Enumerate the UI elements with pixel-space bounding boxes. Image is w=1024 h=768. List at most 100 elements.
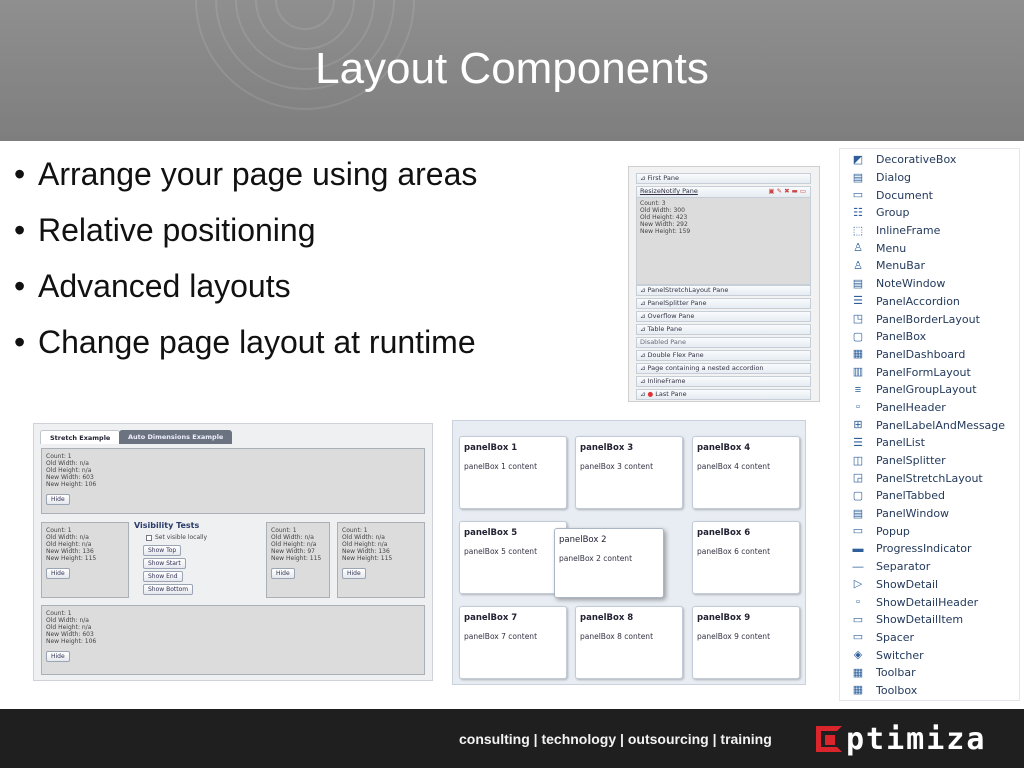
bullet-item: • Change page layout at runtime [14,324,476,360]
panelbox[interactable]: panelBox 7 panelBox 7 content [459,606,567,679]
component-label: PanelBorderLayout [876,312,980,326]
component-item[interactable]: — Separator [840,558,1019,576]
hide-button[interactable]: Hide [46,568,70,579]
component-item[interactable]: ▢ PanelTabbed [840,487,1019,505]
component-item[interactable]: ▤ Dialog [840,169,1019,187]
component-label: PanelFormLayout [876,365,971,379]
panelbox[interactable]: panelBox 6 panelBox 6 content [692,521,800,594]
component-item[interactable]: ♙ Menu [840,239,1019,257]
panelbox[interactable]: panelBox 5 panelBox 5 content [459,521,567,594]
panelbox-dragging[interactable]: panelBox 2 panelBox 2 content [554,528,664,598]
switcher-icon: ◈ [853,649,863,662]
paneldashboard-icon: ▦ [852,348,864,361]
component-item[interactable]: ▬ ProgressIndicator [840,540,1019,558]
bullet-item: • Advanced layouts [14,268,291,304]
accordion-screenshot: ⊿ First Pane ResizeNotify Pane ▣ ✎ ✖ ▬ ▭… [628,166,820,402]
panelbox[interactable]: panelBox 3 panelBox 3 content [575,436,683,509]
show-start-button[interactable]: Show Start [143,558,186,569]
component-item[interactable]: ◫ PanelSplitter [840,452,1019,470]
footer-tagline: consulting | technology | outsourcing | … [459,731,772,747]
component-item[interactable]: ▭ Spacer [840,629,1019,647]
accordion-pane-header[interactable]: ⊿ Table Pane [636,324,811,335]
accordion-pane-header[interactable]: ⊿ First Pane [636,173,811,184]
accordion-pane-header: Disabled Pane [636,337,811,348]
component-label: PanelList [876,436,925,450]
accordion-pane-header[interactable]: ⊿ Double Flex Pane [636,350,811,361]
panelbox[interactable]: panelBox 9 panelBox 9 content [692,606,800,679]
panelbox-dashboard-screenshot: panelBox 1 panelBox 1 content panelBox 3p… [452,420,806,685]
component-item[interactable]: ◈ Switcher [840,646,1019,664]
optimiza-logo: ptimiza [816,722,986,757]
component-palette: ◩ DecorativeBox ▤ Dialog ▭ Document ☷ Group ⬚ Inl… [839,148,1020,701]
accordion-pane-header[interactable]: ⊿ Page containing a nested accordion [636,363,811,374]
component-label: ShowDetailHeader [876,595,979,609]
top-box: Count: 1 Old Width: n/a Old Height: n/a … [41,448,425,514]
component-item[interactable]: ▤ PanelWindow [840,505,1019,523]
component-item[interactable]: ◩ DecorativeBox [840,151,1019,169]
component-item[interactable]: ◲ PanelStretchLayout [840,469,1019,487]
menubar-icon: ♙ [853,259,863,272]
spacer-icon: ▭ [852,631,864,644]
component-item[interactable]: ⊞ PanelLabelAndMessage [840,416,1019,434]
toolbar-icon: ▦ [852,666,864,679]
panelbox[interactable]: panelBox 8 panelBox 8 content [575,606,683,679]
component-label: DecorativeBox [876,153,957,167]
component-label: Separator [876,560,931,574]
component-item[interactable]: ☰ PanelList [840,434,1019,452]
component-item[interactable]: ▥ PanelFormLayout [840,363,1019,381]
accordion-pane-header[interactable]: ⊿ Overflow Pane [636,311,811,322]
accordion-pane-header[interactable]: ⊿ ● Last Pane [636,389,811,400]
accordion-pane-header[interactable]: ⊿ InlineFrame [636,376,811,387]
toolbar-icons[interactable]: ▣ ✎ ✖ ▬ ▭ [768,187,806,196]
accordion-pane-header[interactable]: ResizeNotify Pane ▣ ✎ ✖ ▬ ▭ [636,186,811,197]
tab-stretch-example[interactable]: Stretch Example [40,430,121,444]
component-item[interactable]: ▫ ShowDetailHeader [840,593,1019,611]
slide-header: Layout Components [0,0,1024,141]
hide-button[interactable]: Hide [46,651,70,662]
component-item[interactable]: ◳ PanelBorderLayout [840,310,1019,328]
panelbox[interactable]: panelBox 1 panelBox 1 content [459,436,567,509]
panelaccordion-icon: ☰ [853,295,863,308]
show-bottom-button[interactable]: Show Bottom [143,584,194,595]
component-item[interactable]: ▦ Toolbar [840,664,1019,682]
showdetailheader-icon: ▫ [856,596,860,609]
show-top-button[interactable]: Show Top [143,545,182,556]
hide-button[interactable]: Hide [46,494,70,505]
component-item[interactable]: ▭ Document [840,186,1019,204]
panellist-icon: ☰ [853,436,863,449]
show-end-button[interactable]: Show End [143,571,183,582]
component-item[interactable]: ▦ PanelDashboard [840,346,1019,364]
component-item[interactable]: ♙ MenuBar [840,257,1019,275]
component-label: Switcher [876,648,924,662]
panelbox[interactable]: panelBox 4 panelBox 4 content [692,436,800,509]
component-item[interactable]: ☷ Group [840,204,1019,222]
set-visible-checkbox[interactable]: Set visible locally [146,534,207,541]
component-item[interactable]: ≡ PanelGroupLayout [840,381,1019,399]
component-item[interactable]: ⬚ InlineFrame [840,222,1019,240]
showdetail-icon: ▷ [853,578,863,591]
component-label: PanelAccordion [876,294,960,308]
component-item[interactable]: ▦ Toolbox [840,682,1019,700]
component-label: PanelDashboard [876,347,966,361]
component-label: Dialog [876,171,912,185]
component-item[interactable]: ▤ NoteWindow [840,275,1019,293]
bullet-item: • Relative positioning [14,212,316,248]
left-box: Count: 1 Old Width: n/a Old Height: n/a … [41,522,129,598]
component-label: Toolbox [876,683,918,697]
component-label: NoteWindow [876,277,946,291]
tab-auto-dimensions-example[interactable]: Auto Dimensions Example [119,430,233,444]
component-label: Spacer [876,630,915,644]
component-item[interactable]: ☰ PanelAccordion [840,293,1019,311]
accordion-pane-header[interactable]: ⊿ PanelSplitter Pane [636,298,811,309]
component-item[interactable]: ▭ ShowDetailItem [840,611,1019,629]
component-item[interactable]: ▢ PanelBox [840,328,1019,346]
component-item[interactable]: ▷ ShowDetail [840,576,1019,594]
component-label: PanelTabbed [876,489,946,503]
notewindow-icon: ▤ [852,277,864,290]
hide-button[interactable]: Hide [271,568,295,579]
component-item[interactable]: ▭ Popup [840,522,1019,540]
accordion-pane-header[interactable]: ⊿ PanelStretchLayout Pane [636,285,811,296]
paneltabbed-icon: ▢ [852,489,864,502]
hide-button[interactable]: Hide [342,568,366,579]
component-item[interactable]: ▫ PanelHeader [840,399,1019,417]
